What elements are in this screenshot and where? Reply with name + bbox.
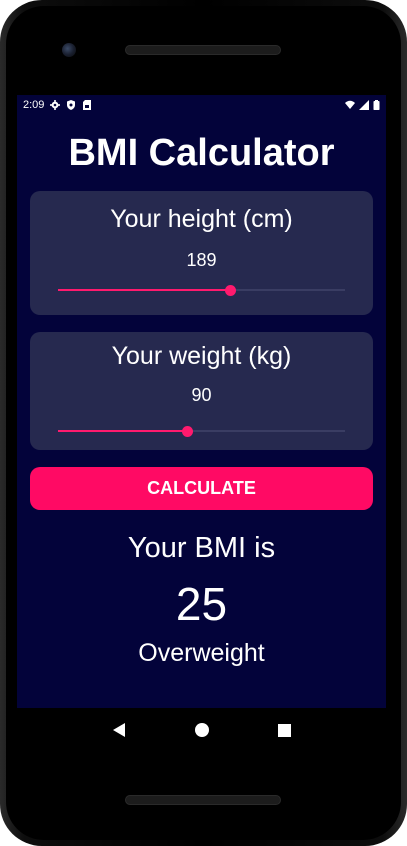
height-slider-thumb[interactable] <box>225 285 237 296</box>
wifi-icon <box>345 100 355 109</box>
weight-slider[interactable] <box>58 424 345 438</box>
bmi-value: 25 <box>175 578 228 630</box>
calculate-button[interactable]: CALCULATE <box>30 467 373 510</box>
home-icon <box>194 723 209 737</box>
recents-icon <box>278 723 291 737</box>
sim-card-icon <box>83 100 92 110</box>
height-slider[interactable] <box>58 283 345 297</box>
status-bar: 2:09 <box>17 95 386 115</box>
shield-icon <box>67 100 76 110</box>
weight-value: 90 <box>191 385 212 405</box>
phone-frame: 2:09 BMI Calculator Your height (cm) 189… <box>0 0 407 846</box>
app-title: BMI Calculator <box>68 132 335 174</box>
recents-button[interactable] <box>275 720 295 740</box>
bottom-speaker <box>125 795 281 805</box>
weight-slider-fill <box>58 430 188 432</box>
weight-slider-thumb[interactable] <box>182 426 194 437</box>
bmi-category: Overweight <box>138 639 265 667</box>
signal-icon <box>359 100 369 110</box>
earpiece-speaker <box>125 45 281 55</box>
back-icon <box>112 723 125 737</box>
height-label: Your height (cm) <box>110 205 293 233</box>
battery-icon <box>373 100 380 110</box>
navigation-bar <box>17 708 386 752</box>
weight-label: Your weight (kg) <box>111 342 292 370</box>
settings-icon <box>50 100 61 110</box>
height-slider-fill <box>58 289 231 291</box>
weight-card: Your weight (kg) 90 <box>30 332 373 450</box>
front-camera <box>62 43 76 57</box>
height-value: 189 <box>186 250 217 270</box>
home-button[interactable] <box>192 720 212 740</box>
back-button[interactable] <box>109 720 129 740</box>
app-screen: 2:09 BMI Calculator Your height (cm) 189… <box>17 95 386 708</box>
result-title: Your BMI is <box>127 532 276 564</box>
height-card: Your height (cm) 189 <box>30 191 373 315</box>
status-time: 2:09 <box>23 99 45 111</box>
